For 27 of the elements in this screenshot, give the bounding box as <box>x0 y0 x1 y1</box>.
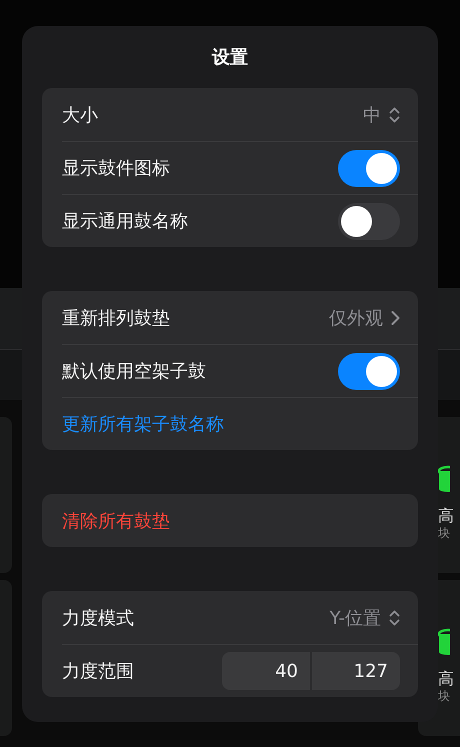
chevron-right-icon[interactable] <box>391 310 400 326</box>
setting-label: 显示鼓件图标 <box>62 157 171 180</box>
popover-title: 设置 <box>212 46 248 69</box>
setting-label: 显示通用鼓名称 <box>62 210 189 233</box>
action-link[interactable]: 清除所有鼓垫 <box>62 508 170 532</box>
toggle-switch[interactable] <box>338 150 400 186</box>
drum-icon <box>438 465 450 493</box>
pad-name: 高 <box>438 670 454 688</box>
pad-subtitle: 块 <box>438 688 450 704</box>
setting-label: 默认使用空架子鼓 <box>62 360 207 383</box>
max-value-field[interactable]: 127 <box>312 652 400 690</box>
drum-icon <box>438 628 450 656</box>
current-value: 仅外观 <box>329 306 383 330</box>
setting-label: 大小 <box>62 104 99 126</box>
up-down-chevron-icon <box>389 608 400 626</box>
picker-value[interactable]: Y-位置 <box>330 606 381 630</box>
setting-label: 重新排列鼓垫 <box>62 306 171 330</box>
picker-value[interactable]: 中 <box>363 102 381 126</box>
setting-label: 力度范围 <box>62 660 135 683</box>
pad-subtitle: 块 <box>438 525 450 541</box>
toggle-switch[interactable] <box>338 352 400 390</box>
toggle-switch[interactable] <box>338 202 400 240</box>
pad-name: 高 <box>438 507 454 525</box>
action-link[interactable]: 更新所有架子鼓名称 <box>62 412 224 436</box>
setting-label: 力度模式 <box>62 606 135 630</box>
up-down-chevron-icon <box>389 106 400 124</box>
min-value-field[interactable]: 40 <box>222 652 310 690</box>
